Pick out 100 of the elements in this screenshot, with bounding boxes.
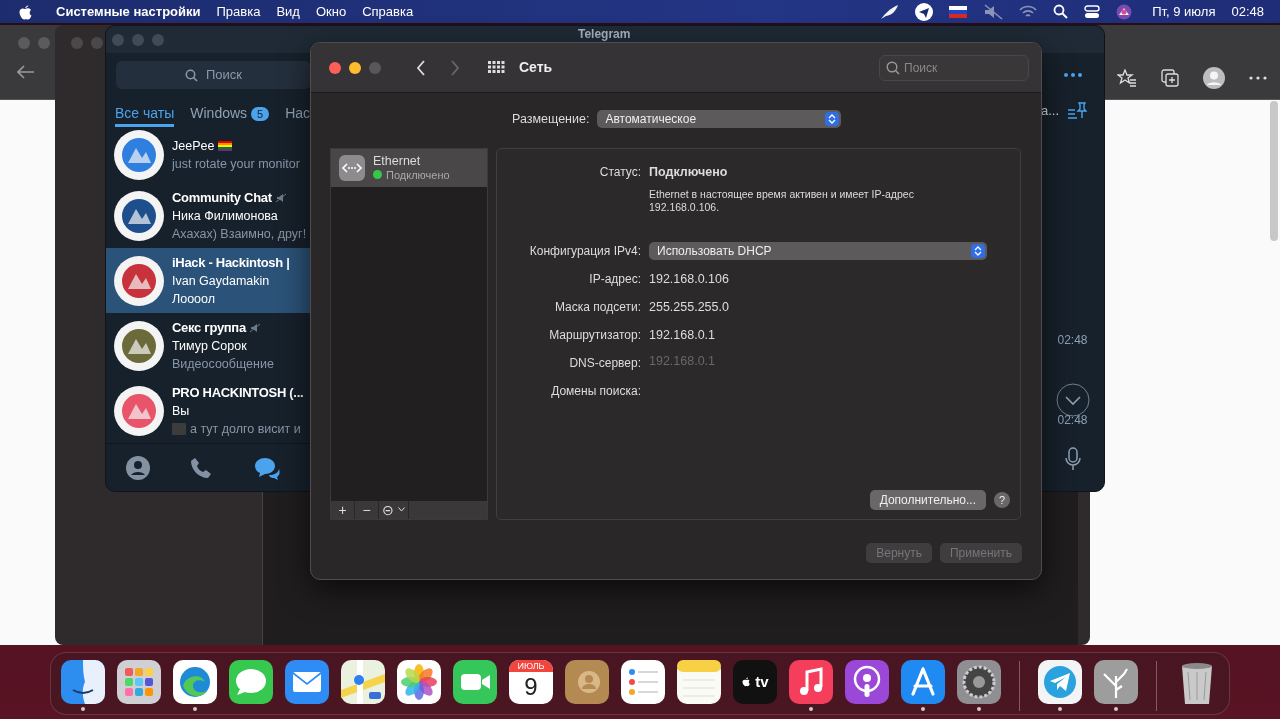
chat-row[interactable]: iHack - Hackintosh | Ivan Gaydamakin Лоооол [106, 248, 311, 313]
flower-icon[interactable] [397, 660, 441, 704]
back-icon[interactable] [416, 59, 426, 76]
updown-arrows-icon [825, 112, 840, 127]
status-description: Ethernet в настоящее время активен и имеет IP-адрес 192.168.0.106. [649, 187, 915, 214]
pencil-ruler-icon[interactable] [901, 660, 945, 704]
service-status: Подключено [386, 167, 450, 182]
advanced-button[interactable]: Дополнительно... [869, 489, 986, 510]
updown-arrows-icon [971, 243, 985, 258]
menu-bar-clock[interactable]: 02:48 [1231, 1, 1264, 22]
speaker-muted-icon[interactable] [983, 3, 1004, 20]
person-icon[interactable] [126, 455, 151, 480]
menu-bar-date[interactable]: Пт, 9 июля [1152, 1, 1216, 22]
field-value: 192.168.0.1 [649, 326, 716, 344]
chat-sender: Тимур Сорок [172, 337, 247, 355]
star-list-icon[interactable] [1117, 69, 1137, 87]
service-name: Ethernet [373, 153, 422, 168]
feather-icon[interactable] [879, 3, 900, 20]
wifi-icon[interactable] [1019, 4, 1038, 19]
location-popup[interactable]: Автоматическое [597, 110, 842, 129]
more-icon[interactable] [1249, 76, 1267, 80]
chat-title: Community Chat [172, 188, 272, 207]
envelope-icon[interactable] [285, 660, 329, 704]
address-book-icon[interactable] [565, 660, 609, 704]
wave-icon[interactable] [173, 660, 217, 704]
more-icon[interactable] [1063, 73, 1082, 77]
field-label: Маска подсети: [553, 298, 641, 316]
search-icon [185, 68, 198, 82]
podcast-icon[interactable] [845, 660, 889, 704]
grid-icon[interactable] [488, 61, 505, 74]
video-camera-icon[interactable] [453, 660, 497, 704]
field-value: 255.255.255.0 [649, 298, 729, 316]
menu-item[interactable]: Правка [216, 1, 261, 22]
avatar [114, 190, 164, 241]
field-label: DNS-сервер: [568, 354, 641, 372]
chat-title: PRO HACKINTOSH (... [172, 383, 304, 402]
avatar [114, 255, 164, 306]
service-row[interactable]: Ethernet Подключено [331, 148, 487, 187]
dns-field[interactable]: 192.168.0.1 [649, 353, 769, 370]
calendar-icon[interactable]: ИЮЛЬ 9 [509, 660, 553, 704]
chat-sender: Вы [172, 402, 190, 420]
chat-row[interactable]: JeePee just rotate your monitor [106, 127, 311, 183]
status-value: Подключено [649, 163, 729, 181]
chat-row[interactable]: PRO HACKINTOSH (... Вы а тут долго висит и [106, 378, 311, 443]
flag-icon[interactable] [949, 5, 968, 18]
chat-sender: Ivan Gaydamakin [172, 272, 270, 290]
search-icon[interactable] [1053, 4, 1069, 19]
orb-icon[interactable] [1116, 3, 1133, 20]
collections-icon[interactable] [1161, 69, 1179, 87]
pin-list-icon[interactable] [1067, 101, 1088, 120]
menu-item[interactable]: Вид [276, 1, 300, 22]
help-button[interactable]: ? [994, 491, 1010, 508]
window-control[interactable] [349, 61, 361, 74]
folder-tab[interactable]: Нас [285, 103, 311, 127]
chat-preview: Лоооол [172, 290, 216, 308]
finder-icon[interactable] [61, 660, 105, 704]
window-control[interactable] [329, 61, 341, 74]
search-field[interactable]: Поиск [116, 61, 311, 89]
chat-preview: Видеосообщение [172, 355, 274, 373]
avatar [114, 385, 164, 436]
menu-item[interactable]: Справка [362, 1, 414, 22]
ipv4-popup[interactable]: Использовать DHCP [649, 241, 987, 260]
tv-label: tv [755, 671, 769, 692]
menu-item[interactable]: Окно [315, 1, 347, 22]
music-note-icon[interactable] [789, 660, 833, 704]
chat-title: iHack - Hackintosh | [172, 253, 290, 272]
profile-icon[interactable] [1203, 67, 1225, 89]
paper-plane-icon[interactable] [915, 2, 934, 21]
calendar-day: 9 [524, 672, 538, 702]
toggle-icon[interactable] [1084, 4, 1101, 19]
scroll-down-icon[interactable] [1055, 382, 1090, 417]
field-label: Домены поиска: [550, 382, 641, 400]
phone-icon[interactable] [190, 456, 213, 479]
apple-logo-icon [741, 676, 752, 688]
back-arrow-icon[interactable] [17, 65, 35, 79]
folder-tab[interactable]: Windows 5 [190, 103, 270, 127]
chat-title: Секс группа [172, 318, 246, 337]
field-label: Размещение: [512, 111, 590, 128]
speech-bubble-icon[interactable] [229, 660, 273, 704]
scrollbar[interactable] [1270, 101, 1278, 241]
app-menu[interactable]: Системные настройки [56, 1, 201, 22]
gear-icon[interactable] [957, 660, 1001, 704]
avatar [114, 320, 164, 371]
apple-logo-icon[interactable] [18, 3, 32, 20]
chat-bubbles-icon[interactable] [252, 455, 281, 480]
tv-app-icon[interactable]: tv [733, 660, 777, 704]
chat-row[interactable]: Секс группа Тимур Сорок Видеосообщение [106, 313, 311, 378]
paper-plane-icon[interactable] [1038, 660, 1082, 704]
microphone-icon[interactable] [1064, 446, 1081, 471]
checklist-icon[interactable] [621, 660, 665, 704]
map-icon[interactable] [341, 660, 385, 704]
notepad-icon[interactable] [677, 660, 721, 704]
chat-sender: Ника Филимонова [172, 207, 278, 225]
app-grid-icon[interactable] [117, 660, 161, 704]
chat-preview: just rotate your monitor [172, 156, 300, 173]
folder-tab[interactable]: Все чаты [115, 103, 175, 127]
window-title: Сеть [519, 58, 553, 77]
chat-row[interactable]: Community Chat Ника Филимонова Ахахах) Взаимно, друг! [106, 183, 311, 248]
chat-sender: JeePee [172, 138, 215, 155]
tree-icon[interactable] [1094, 660, 1138, 704]
